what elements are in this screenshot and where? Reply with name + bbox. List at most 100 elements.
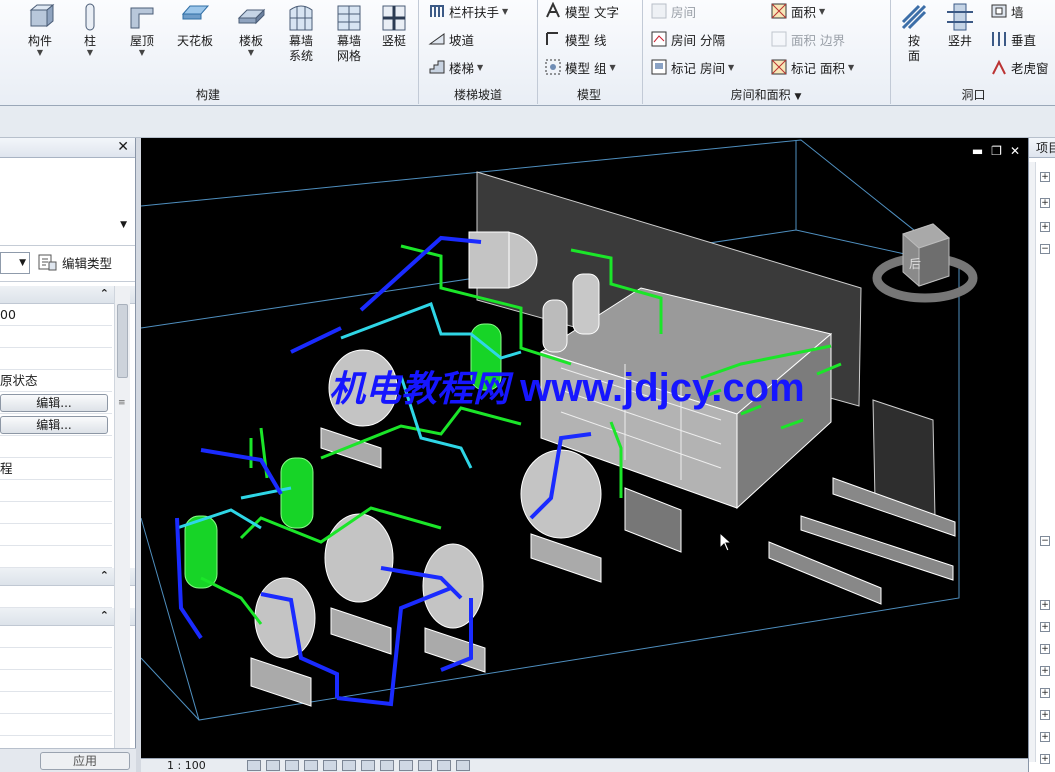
property-label-row: 原状态 bbox=[0, 370, 112, 392]
curtain-grid-button[interactable]: 幕墙 网格 bbox=[328, 2, 370, 64]
type-selector[interactable]: ▼ bbox=[0, 158, 135, 246]
property-row[interactable] bbox=[0, 586, 112, 608]
tree-expand-icon[interactable]: + bbox=[1040, 622, 1050, 632]
property-row[interactable] bbox=[0, 348, 112, 370]
3d-viewport[interactable]: 后 ▬ ❐ ✕ 机电教程网 www.jdjcy.com bbox=[141, 138, 1028, 758]
property-row[interactable] bbox=[0, 670, 112, 692]
wall-opening-button[interactable]: 墙 bbox=[990, 0, 1024, 22]
edit-type-button[interactable]: 编辑类型 bbox=[38, 253, 112, 272]
instance-filter-dropdown[interactable]: ▼ bbox=[0, 252, 30, 274]
viewcube[interactable]: 后 bbox=[869, 216, 979, 316]
tree-expand-icon[interactable]: + bbox=[1040, 666, 1050, 676]
by-face-label-2: 面 bbox=[907, 49, 920, 63]
model-text-icon bbox=[546, 2, 560, 18]
property-row[interactable] bbox=[0, 692, 112, 714]
model-group-icon bbox=[545, 59, 561, 75]
tree-expand-icon[interactable]: + bbox=[1040, 754, 1050, 764]
tree-expand-icon[interactable]: + bbox=[1040, 600, 1050, 610]
property-row[interactable] bbox=[0, 524, 112, 546]
temp-hide-icon[interactable] bbox=[399, 760, 413, 771]
restore-icon[interactable]: ❐ bbox=[991, 144, 1002, 158]
model-group-button[interactable]: 模型 组 ▼ bbox=[544, 56, 616, 78]
detail-level-icon[interactable] bbox=[247, 760, 261, 771]
ramp-button[interactable]: 坡道 bbox=[428, 28, 474, 50]
property-row[interactable] bbox=[0, 714, 112, 736]
apply-button[interactable]: 应用 bbox=[40, 752, 130, 770]
mullion-icon bbox=[382, 5, 406, 31]
property-row[interactable] bbox=[0, 502, 112, 524]
room-label: 房间 bbox=[671, 32, 697, 48]
by-face-button[interactable]: 按 面 bbox=[894, 2, 934, 64]
collapse-icon: ⌃ bbox=[99, 609, 109, 622]
shadows-icon[interactable] bbox=[304, 760, 318, 771]
room-button-disabled[interactable]: 房间 bbox=[650, 0, 696, 22]
show-crop-icon[interactable] bbox=[361, 760, 375, 771]
lock-view-icon[interactable] bbox=[380, 760, 394, 771]
tree-collapse-icon[interactable]: − bbox=[1040, 244, 1050, 254]
render-icon[interactable] bbox=[323, 760, 337, 771]
edit-button-2[interactable]: 编辑... bbox=[0, 416, 108, 434]
sun-path-icon[interactable] bbox=[285, 760, 299, 771]
tree-expand-icon[interactable]: + bbox=[1040, 172, 1050, 182]
browser-scrollbar[interactable] bbox=[1029, 162, 1036, 762]
area-boundary-icon bbox=[771, 31, 787, 47]
tree-expand-icon[interactable]: + bbox=[1040, 222, 1050, 232]
room-area-panel-label[interactable]: 房间和面积 ▼ bbox=[644, 86, 888, 104]
minimize-icon[interactable]: ▬ bbox=[972, 144, 983, 158]
area-icon bbox=[771, 3, 787, 19]
model-text-button[interactable]: 模型 文字 bbox=[544, 0, 619, 22]
room-button[interactable]: 房间 分隔 bbox=[650, 28, 725, 50]
property-row[interactable] bbox=[0, 326, 112, 348]
vertical-opening-button[interactable]: 垂直 bbox=[990, 28, 1036, 50]
crop-view-icon[interactable] bbox=[342, 760, 356, 771]
visual-style-icon[interactable] bbox=[266, 760, 280, 771]
tree-expand-icon[interactable]: + bbox=[1040, 688, 1050, 698]
curtain-system-label-2: 系统 bbox=[288, 49, 313, 63]
wall-label: 墙 bbox=[1011, 4, 1024, 20]
property-row[interactable] bbox=[0, 626, 112, 648]
railing-button[interactable]: 栏杆扶手 ▼ bbox=[428, 0, 508, 22]
component-button[interactable]: 构件 ▼ bbox=[20, 2, 60, 57]
tree-expand-icon[interactable]: + bbox=[1040, 198, 1050, 208]
stair-button[interactable]: 楼梯 ▼ bbox=[428, 56, 483, 78]
roof-button[interactable]: 屋顶 ▼ bbox=[122, 2, 162, 57]
close-icon[interactable]: ✕ bbox=[117, 139, 129, 155]
area-boundary-button[interactable]: 面积 边界 bbox=[770, 28, 845, 50]
column-label: 柱 bbox=[83, 34, 96, 48]
stair-icon bbox=[429, 60, 445, 74]
floor-button[interactable]: 楼板 ▼ bbox=[228, 2, 274, 57]
property-row[interactable] bbox=[0, 436, 112, 458]
mullion-button[interactable]: 竖梃 bbox=[374, 2, 414, 49]
tree-expand-icon[interactable]: + bbox=[1040, 732, 1050, 742]
property-row[interactable] bbox=[0, 546, 112, 568]
area-label: 面积 bbox=[791, 4, 817, 20]
area-tag-button[interactable]: 标记 面积 ▼ bbox=[770, 56, 854, 78]
tree-collapse-icon[interactable]: − bbox=[1040, 536, 1050, 546]
ceiling-label: 天花板 bbox=[176, 34, 213, 48]
properties-scrollbar[interactable]: ≡ bbox=[114, 286, 130, 748]
view-scale[interactable]: 1 : 100 bbox=[167, 759, 247, 772]
room-tag-button[interactable]: 标记 房间 ▼ bbox=[650, 56, 734, 78]
separator-label: 分隔 bbox=[700, 32, 726, 48]
reveal-hidden-icon[interactable] bbox=[418, 760, 432, 771]
room-icon bbox=[651, 3, 667, 19]
analytical-model-icon[interactable] bbox=[437, 760, 451, 771]
column-button[interactable]: 柱 ▼ bbox=[72, 2, 108, 57]
property-value-row[interactable]: 00 bbox=[0, 304, 112, 326]
dormer-button[interactable]: 老虎窗 bbox=[990, 56, 1049, 78]
tree-expand-icon[interactable]: + bbox=[1040, 644, 1050, 654]
ceiling-button[interactable]: 天花板 bbox=[170, 2, 220, 49]
tree-expand-icon[interactable]: + bbox=[1040, 710, 1050, 720]
area-button[interactable]: 面积 ▼ bbox=[770, 0, 825, 22]
curtain-system-button[interactable]: 幕墙 系统 bbox=[280, 2, 322, 64]
edit-button-1[interactable]: 编辑... bbox=[0, 394, 108, 412]
scrollbar-thumb[interactable] bbox=[117, 304, 128, 378]
shaft-button[interactable]: 竖井 bbox=[940, 2, 980, 49]
room2-label: 房间 bbox=[700, 60, 726, 76]
close-icon[interactable]: ✕ bbox=[1010, 144, 1020, 158]
property-row[interactable] bbox=[0, 648, 112, 670]
property-row[interactable] bbox=[0, 480, 112, 502]
project-browser: 项目浏览器 + + + − − + + + + + + + + bbox=[1028, 138, 1055, 772]
highlight-icon[interactable] bbox=[456, 760, 470, 771]
model-line-button[interactable]: 模型 线 bbox=[544, 28, 606, 50]
